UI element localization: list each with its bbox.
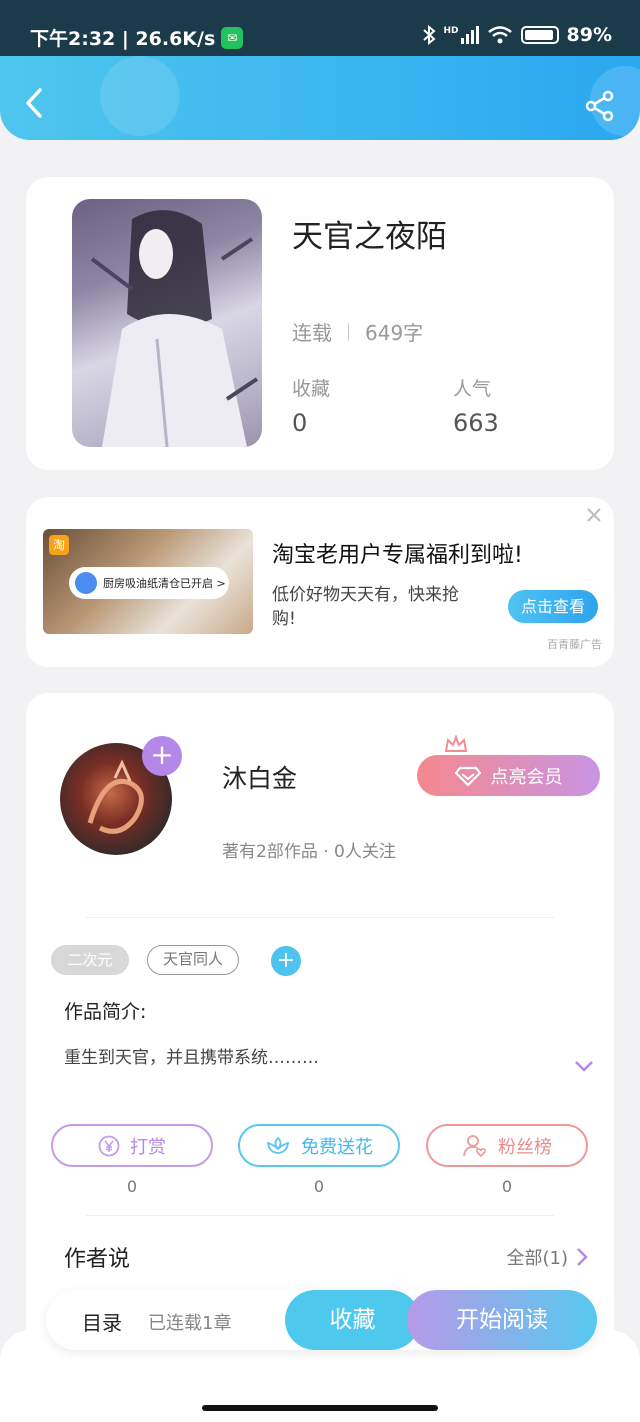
home-indicator[interactable]: [202, 1405, 438, 1411]
flower-count: 0: [313, 1177, 325, 1196]
favorites-value: 0: [292, 409, 308, 437]
status-time: 下午2:32 | 26.6K/s: [30, 28, 216, 50]
signal-icon: HD: [444, 26, 479, 44]
chapter-count: 已连载1章: [148, 1313, 232, 1334]
vip-button[interactable]: 点亮会员: [417, 755, 600, 796]
reward-button[interactable]: 打赏: [51, 1124, 213, 1167]
back-button[interactable]: [22, 86, 50, 120]
fans-ranking-button[interactable]: 粉丝榜: [426, 1124, 588, 1167]
ad-source: 百青藤广告: [547, 638, 602, 651]
ad-description: 低价好物天天有，快来抢购!: [272, 585, 459, 629]
mail-icon: [75, 572, 97, 594]
cover-illustration: [90, 210, 259, 447]
author-name: 沐白金: [222, 764, 298, 793]
decor-bubble: [100, 56, 180, 136]
ad-card[interactable]: 淘 厨房吸油纸清仓已开启 > 淘宝老用户专属福利到啦! 低价好物天天有，快来抢购…: [26, 497, 614, 667]
ad-view-button[interactable]: 点击查看: [508, 590, 598, 623]
book-title: 天官之夜陌: [292, 219, 447, 255]
ad-image[interactable]: 淘 厨房吸油纸清仓已开启 >: [43, 529, 253, 634]
book-status: 连载 649字: [292, 317, 423, 346]
network-badge: HD: [443, 26, 459, 36]
fans-count: 0: [501, 1177, 513, 1196]
send-flower-label: 免费送花: [301, 1136, 373, 1158]
popularity-value: 663: [453, 409, 499, 437]
book-info-card: 天官之夜陌 连载 649字 收藏 0 人气 663: [26, 177, 614, 470]
intro-text: 重生到天官，并且携带系统………: [64, 1048, 319, 1068]
start-reading-button[interactable]: 开始阅读: [407, 1290, 597, 1350]
add-tag-button[interactable]: +: [271, 946, 301, 976]
author-say-title: 作者说: [64, 1247, 131, 1272]
intro-label: 作品简介:: [64, 1001, 147, 1023]
author-info: 著有2部作品 · 0人关注: [222, 842, 396, 862]
ad-toast-text: 厨房吸油纸清仓已开启 >: [103, 577, 226, 590]
bottom-action-bar: 目录 已连载1章 收藏 开始阅读: [46, 1290, 597, 1350]
header: [0, 56, 640, 140]
flower-icon: [266, 1136, 290, 1154]
chevron-right-icon: [577, 1248, 588, 1266]
bluetooth-icon: [422, 25, 436, 45]
status-right: HD 89%: [422, 24, 612, 46]
word-count: 649字: [365, 321, 424, 345]
battery-icon: [520, 26, 559, 44]
serial-status: 连载: [292, 321, 332, 345]
taobao-badge: 淘: [49, 535, 69, 555]
all-link-label: 全部(1): [506, 1248, 569, 1269]
chevron-down-icon[interactable]: [574, 1059, 594, 1073]
user-heart-icon: [463, 1134, 487, 1157]
diamond-icon: [454, 766, 481, 786]
follow-button[interactable]: +: [142, 736, 182, 776]
fans-ranking-label: 粉丝榜: [498, 1136, 552, 1158]
battery-percent: 89%: [566, 24, 612, 46]
close-icon[interactable]: [586, 507, 602, 523]
wechat-icon: ✉: [221, 26, 244, 49]
send-flower-button[interactable]: 免费送花: [238, 1124, 400, 1167]
divider: [348, 322, 349, 341]
toc-button[interactable]: 目录: [82, 1307, 122, 1336]
reward-count: 0: [126, 1177, 138, 1196]
ad-title: 淘宝老用户专属福利到啦!: [272, 543, 523, 568]
divider: [86, 1215, 554, 1216]
favorites-label: 收藏: [292, 378, 331, 400]
tag[interactable]: 天官同人: [147, 945, 239, 975]
yen-coin-icon: [98, 1135, 120, 1156]
popularity-label: 人气: [453, 378, 492, 400]
reward-label: 打赏: [130, 1136, 166, 1158]
tag[interactable]: 二次元: [51, 945, 129, 975]
author-card: + 沐白金 点亮会员 著有2部作品 · 0人关注 二次元 天官同人 + 作品简介…: [26, 693, 614, 1393]
divider: [86, 917, 554, 918]
status-bar: 下午2:32 | 26.6K/s ✉ HD 89%: [0, 0, 640, 56]
book-cover[interactable]: [72, 199, 262, 447]
wifi-icon: [487, 26, 512, 44]
status-left: 下午2:32 | 26.6K/s ✉: [30, 24, 244, 51]
share-button[interactable]: [584, 90, 616, 122]
collect-button[interactable]: 收藏: [285, 1290, 420, 1350]
vip-label: 点亮会员: [490, 766, 563, 788]
ad-toast: 厨房吸油纸清仓已开启 >: [69, 567, 229, 599]
author-say-all-link[interactable]: 全部(1): [507, 1244, 589, 1270]
crown-icon: [444, 735, 468, 752]
